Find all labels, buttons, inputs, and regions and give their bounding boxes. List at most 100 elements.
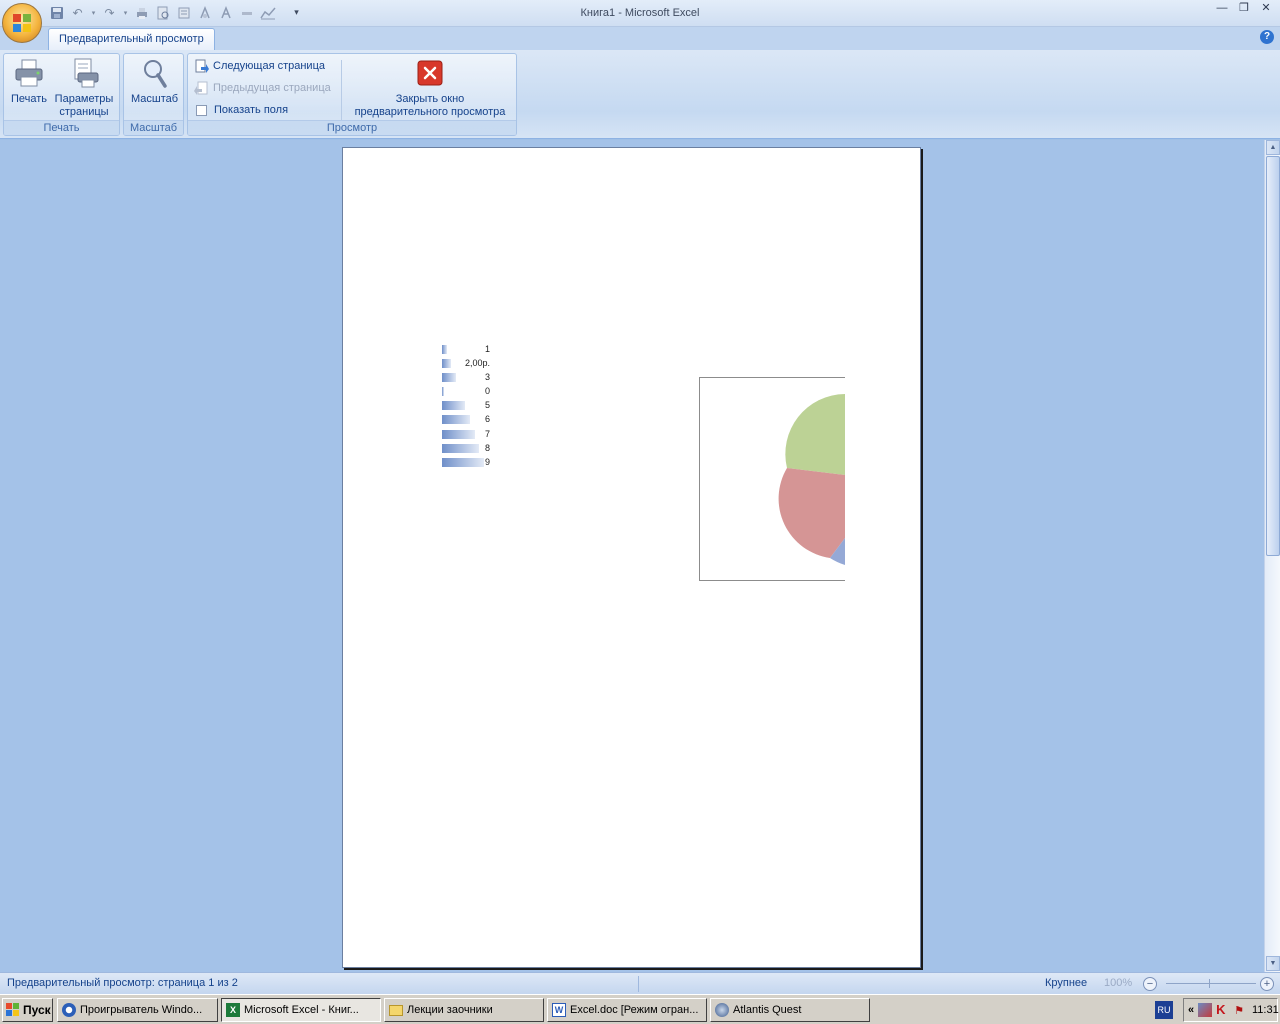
- restore-icon[interactable]: ❐: [1238, 2, 1250, 14]
- data-bar-row: 7: [442, 428, 494, 442]
- system-tray: « K ⚑ 11:31: [1183, 998, 1279, 1022]
- close-preview-label-1: Закрыть окно: [395, 93, 465, 105]
- close-preview-label-2: предварительного просмотра: [354, 106, 506, 118]
- data-bars: 1 2,00р. 3 0 5 6 7 8 9: [442, 343, 494, 470]
- data-bar-label: 3: [484, 372, 490, 383]
- data-bar: [442, 359, 452, 369]
- tray-expand-icon[interactable]: «: [1188, 1004, 1194, 1016]
- close-preview-button[interactable]: Закрыть окно предварительного просмотра: [346, 56, 514, 119]
- next-page-label: Следующая страница: [213, 60, 325, 72]
- data-bar-row: 8: [442, 442, 494, 456]
- page-setup-label-2: страницы: [59, 106, 109, 118]
- atlantis-icon: [715, 1003, 729, 1017]
- prev-page-label: Предыдущая страница: [213, 82, 331, 94]
- zoom-button[interactable]: Масштаб: [126, 56, 183, 106]
- zoom-out-icon[interactable]: −: [1143, 977, 1157, 991]
- data-bar: [442, 443, 480, 453]
- taskbar: Пуск Проигрыватель Windo... X Microsoft …: [0, 994, 1280, 1024]
- taskbar-item-label: Excel.doc [Режим огран...: [570, 1004, 699, 1016]
- data-bar-row: 3: [442, 371, 494, 385]
- start-button[interactable]: Пуск: [2, 998, 53, 1022]
- data-bar-label: 5: [484, 400, 490, 411]
- data-bar-label: 8: [484, 442, 490, 453]
- pie-slice-red: [778, 468, 845, 558]
- office-button[interactable]: [2, 3, 42, 43]
- group-zoom: Масштаб Масштаб: [123, 53, 184, 136]
- zoom-label: Масштаб: [130, 93, 179, 105]
- data-bar: [442, 401, 466, 411]
- data-bar-label: 6: [484, 414, 490, 425]
- data-bar: [442, 415, 470, 425]
- taskbar-item-atlantis[interactable]: Atlantis Quest: [710, 998, 870, 1022]
- status-bar: Предварительный просмотр: страница 1 из …: [0, 972, 1280, 994]
- media-player-icon: [62, 1003, 76, 1017]
- data-bar: [442, 345, 447, 354]
- zoom-in-icon[interactable]: +: [1260, 977, 1274, 991]
- taskbar-item-label: Проигрыватель Windo...: [80, 1004, 203, 1016]
- show-margins-label: Показать поля: [214, 104, 289, 116]
- data-bar-row: 5: [442, 399, 494, 413]
- ribbon-tabs: Предварительный просмотр ?: [0, 27, 1280, 51]
- scroll-down-icon[interactable]: ▼: [1266, 956, 1280, 971]
- data-bar: [442, 429, 475, 439]
- tab-print-preview[interactable]: Предварительный просмотр: [48, 28, 215, 51]
- magnifier-icon: [138, 56, 172, 90]
- data-bar-label: 2,00р.: [464, 358, 490, 369]
- group-print: Печать Параметры страницы Печать: [3, 53, 120, 136]
- print-button[interactable]: Печать: [8, 56, 50, 106]
- group-zoom-label: Масштаб: [124, 120, 183, 135]
- page-setup-icon: [67, 56, 101, 90]
- data-bar-row: 0: [442, 385, 494, 399]
- zoom-in-label[interactable]: Крупнее: [1045, 977, 1087, 989]
- prev-page-icon: [194, 81, 208, 95]
- window-title: Книга1 - Microsoft Excel: [580, 7, 700, 19]
- show-margins-checkbox[interactable]: Показать поля: [194, 101, 288, 119]
- zoom-percent: 100%: [1104, 977, 1133, 989]
- data-bar-label: 7: [484, 428, 490, 439]
- antivirus-icon[interactable]: K: [1216, 1003, 1230, 1017]
- window-controls: — ❐ ✕: [1216, 2, 1272, 14]
- clock: 11:31: [1252, 1004, 1279, 1016]
- data-bar: [442, 457, 484, 467]
- office-logo-icon: [13, 14, 33, 34]
- checkbox-icon: [196, 104, 207, 116]
- taskbar-item-label: Лекции заочники: [407, 1004, 493, 1016]
- data-bar-label: 1: [484, 344, 490, 354]
- data-bar: [442, 373, 456, 383]
- windows-logo-icon: [6, 1003, 20, 1017]
- group-preview: Следующая страница Предыдущая страница П…: [187, 53, 517, 136]
- zoom-slider-tick: [1209, 979, 1210, 988]
- page-setup-label-1: Параметры: [54, 93, 114, 105]
- group-print-label: Печать: [4, 120, 119, 135]
- taskbar-item-media-player[interactable]: Проигрыватель Windo...: [57, 998, 218, 1022]
- next-page-icon: [195, 59, 209, 73]
- page-setup-button[interactable]: Параметры страницы: [52, 56, 116, 119]
- language-indicator[interactable]: RU: [1155, 1001, 1173, 1019]
- data-bar: [442, 387, 444, 397]
- zoom-control: Крупнее 100% − +: [1038, 973, 1280, 995]
- taskbar-item-label: Microsoft Excel - Книг...: [244, 1004, 359, 1016]
- network-icon[interactable]: [1198, 1003, 1213, 1017]
- scroll-thumb[interactable]: [1266, 156, 1280, 556]
- prev-page-button[interactable]: Предыдущая страница: [194, 79, 331, 97]
- taskbar-item-label: Atlantis Quest: [733, 1004, 802, 1016]
- data-bar-label: 0: [484, 386, 490, 397]
- status-text: Предварительный просмотр: страница 1 из …: [7, 977, 238, 989]
- taskbar-item-folder[interactable]: Лекции заочники: [384, 998, 544, 1022]
- print-label: Печать: [10, 93, 48, 105]
- next-page-button[interactable]: Следующая страница: [194, 57, 325, 75]
- zoom-slider[interactable]: [1166, 983, 1256, 984]
- close-icon[interactable]: ✕: [1260, 2, 1272, 14]
- folder-icon: [389, 1004, 403, 1016]
- scroll-up-icon[interactable]: ▲: [1266, 140, 1280, 155]
- data-bar-row: 1: [442, 343, 494, 357]
- minimize-icon[interactable]: —: [1216, 2, 1228, 14]
- tray-volume-icon[interactable]: ⚑: [1234, 1004, 1244, 1017]
- vertical-scrollbar[interactable]: ▲ ▼: [1264, 140, 1280, 972]
- start-label: Пуск: [23, 1003, 51, 1017]
- pie-chart-area: [699, 377, 845, 581]
- help-icon[interactable]: ?: [1260, 30, 1274, 44]
- taskbar-item-excel[interactable]: X Microsoft Excel - Книг...: [221, 998, 381, 1022]
- close-preview-icon: [413, 56, 447, 90]
- taskbar-item-word[interactable]: W Excel.doc [Режим огран...: [547, 998, 707, 1022]
